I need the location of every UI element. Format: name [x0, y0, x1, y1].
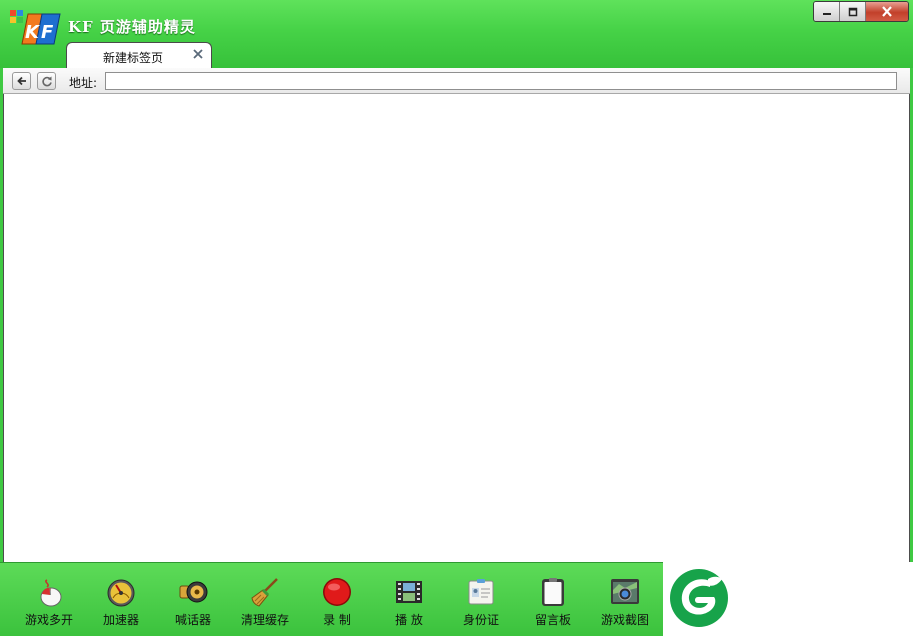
refresh-icon: [41, 76, 52, 87]
address-label: 地址:: [69, 76, 98, 90]
tool-clear-cache[interactable]: 清理缓存: [228, 563, 302, 637]
svg-text:K: K: [25, 22, 41, 43]
speedometer-icon: [107, 579, 135, 607]
tool-label: 加速器: [102, 613, 139, 627]
maximize-icon: [848, 7, 857, 16]
window-controls: [813, 1, 909, 22]
close-button[interactable]: [866, 2, 908, 21]
broom-icon: [251, 578, 278, 607]
tool-screenshot[interactable]: 游戏截图: [588, 563, 662, 637]
address-input[interactable]: [105, 72, 897, 90]
mouse-icon: [40, 579, 62, 607]
app-window: K F KF 页游辅助精灵 新建标签页 地址: 游戏多开 加速器 喊话器 清理缓…: [0, 0, 913, 636]
minimize-button[interactable]: [814, 2, 840, 21]
minimize-icon: [822, 12, 831, 15]
clipboard-icon: [542, 578, 564, 606]
back-button[interactable]: [12, 72, 31, 90]
title-bar[interactable]: K F KF 页游辅助精灵 新建标签页: [0, 0, 913, 69]
tool-label: 清理缓存: [240, 613, 289, 627]
tool-shouter[interactable]: 喊话器: [156, 563, 230, 637]
tab-new-tab[interactable]: 新建标签页: [66, 42, 212, 68]
app-title: KF 页游辅助精灵: [68, 18, 196, 36]
tool-label: 游戏多开: [24, 613, 73, 627]
id-card-icon: [468, 579, 494, 605]
tool-id-card[interactable]: 身份证: [444, 563, 518, 637]
close-tab-icon[interactable]: [192, 48, 204, 60]
tool-label: 喊话器: [174, 613, 211, 627]
maximize-button[interactable]: [840, 2, 866, 21]
speaker-icon: [179, 581, 208, 603]
tool-label: 播 放: [395, 613, 423, 627]
tool-message-board[interactable]: 留言板: [516, 563, 590, 637]
brand-leaf-logo-icon: [670, 569, 728, 627]
tool-label: 留言板: [534, 613, 571, 627]
svg-text:F: F: [41, 22, 54, 43]
browser-content[interactable]: [3, 94, 910, 562]
tool-record[interactable]: 录 制: [300, 563, 374, 637]
film-icon: [396, 581, 422, 603]
tool-label: 游戏截图: [600, 613, 649, 627]
record-icon: [323, 578, 351, 606]
tool-accelerator[interactable]: 加速器: [84, 563, 158, 637]
refresh-button[interactable]: [37, 72, 56, 90]
bottom-toolbar: 游戏多开 加速器 喊话器 清理缓存 录 制 播 放 身份证 留言板 游戏截图: [0, 562, 663, 636]
tool-label: 录 制: [323, 613, 351, 627]
camera-icon: [611, 579, 639, 604]
tab-label: 新建标签页: [103, 51, 164, 65]
arrow-left-icon: [16, 76, 26, 86]
tool-play[interactable]: 播 放: [372, 563, 446, 637]
tool-label: 身份证: [462, 613, 499, 627]
tool-game-multi-open[interactable]: 游戏多开: [12, 563, 86, 637]
address-bar: 地址:: [3, 68, 910, 94]
close-icon: [882, 6, 892, 17]
kf-logo-icon: K F: [10, 10, 61, 45]
